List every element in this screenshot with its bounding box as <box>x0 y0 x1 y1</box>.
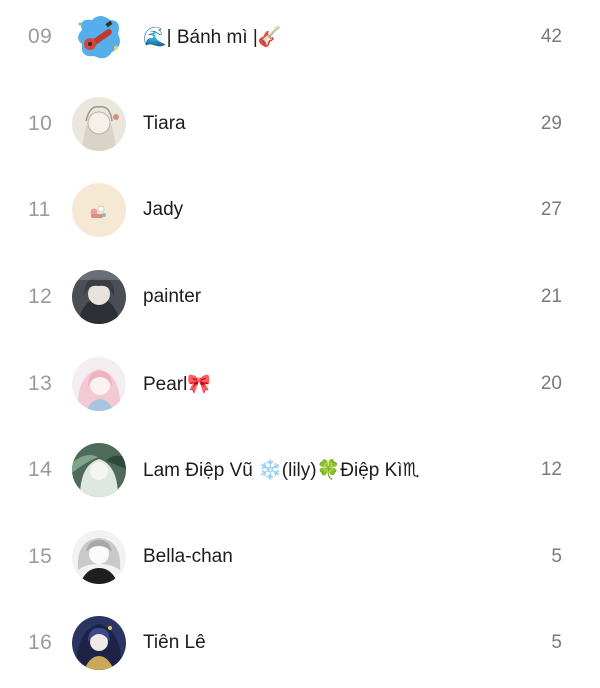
rank-number: 14 <box>28 458 53 482</box>
leaderboard-row[interactable]: 15 Bella-chan 5 <box>0 514 600 601</box>
rank-number: 09 <box>28 25 53 49</box>
user-name[interactable]: Tiara <box>143 113 186 135</box>
cute-items-avatar[interactable] <box>72 183 126 238</box>
user-name[interactable]: Tiên Lê <box>143 632 206 654</box>
rank-number: 16 <box>28 631 53 655</box>
leaderboard-row[interactable]: 11 Jady 27 <box>0 167 600 254</box>
rank-number: 10 <box>28 111 53 135</box>
user-name[interactable]: painter <box>143 286 201 308</box>
score-value: 21 <box>540 286 562 308</box>
leaderboard-row[interactable]: 10 Tiara 29 <box>0 81 600 168</box>
score-value: 5 <box>551 545 562 567</box>
score-value: 20 <box>540 372 562 394</box>
rank-number: 13 <box>28 371 53 395</box>
user-name[interactable]: Lam Điệp Vũ ❄️(lily)🍀Điệp Kì♏ <box>143 458 420 482</box>
score-value: 5 <box>551 632 562 654</box>
score-value: 42 <box>540 26 562 48</box>
pink-hair-girl-avatar[interactable] <box>72 356 126 411</box>
score-value: 29 <box>540 112 562 134</box>
score-value: 27 <box>540 199 562 221</box>
leaderboard-row[interactable]: 14 Lam Điệp Vũ ❄️(lily)🍀Điệp Kì♏ 12 <box>0 427 600 514</box>
user-name[interactable]: Bella-chan <box>143 546 233 568</box>
grey-hair-girl-avatar[interactable] <box>72 529 126 584</box>
leaderboard-row[interactable]: 09 🌊| Bánh mì |🎸 42 <box>0 0 600 81</box>
rank-number: 15 <box>28 544 53 568</box>
leaderboard-row[interactable]: 12 painter 21 <box>0 254 600 341</box>
user-name[interactable]: 🌊| Bánh mì |🎸 <box>143 25 282 49</box>
user-name[interactable]: Jady <box>143 199 183 221</box>
leaderboard-row[interactable]: 13 Pearl🎀 20 <box>0 340 600 427</box>
rank-number: 12 <box>28 285 53 309</box>
green-anime-avatar[interactable] <box>72 443 126 498</box>
dark-anime-boy-avatar[interactable] <box>72 270 126 325</box>
rank-number: 11 <box>28 198 51 222</box>
user-name[interactable]: Pearl🎀 <box>143 372 211 396</box>
dark-blue-anime-avatar[interactable] <box>72 616 126 671</box>
leaderboard-list: 09 🌊| Bánh mì |🎸 42 10 Tiara 29 11 Jady … <box>0 0 600 688</box>
score-value: 12 <box>540 459 562 481</box>
leaderboard-row[interactable]: 16 Tiên Lê 5 <box>0 600 600 687</box>
sketch-girl-avatar[interactable] <box>72 96 126 151</box>
guitar-sticker-icon[interactable] <box>72 10 126 64</box>
